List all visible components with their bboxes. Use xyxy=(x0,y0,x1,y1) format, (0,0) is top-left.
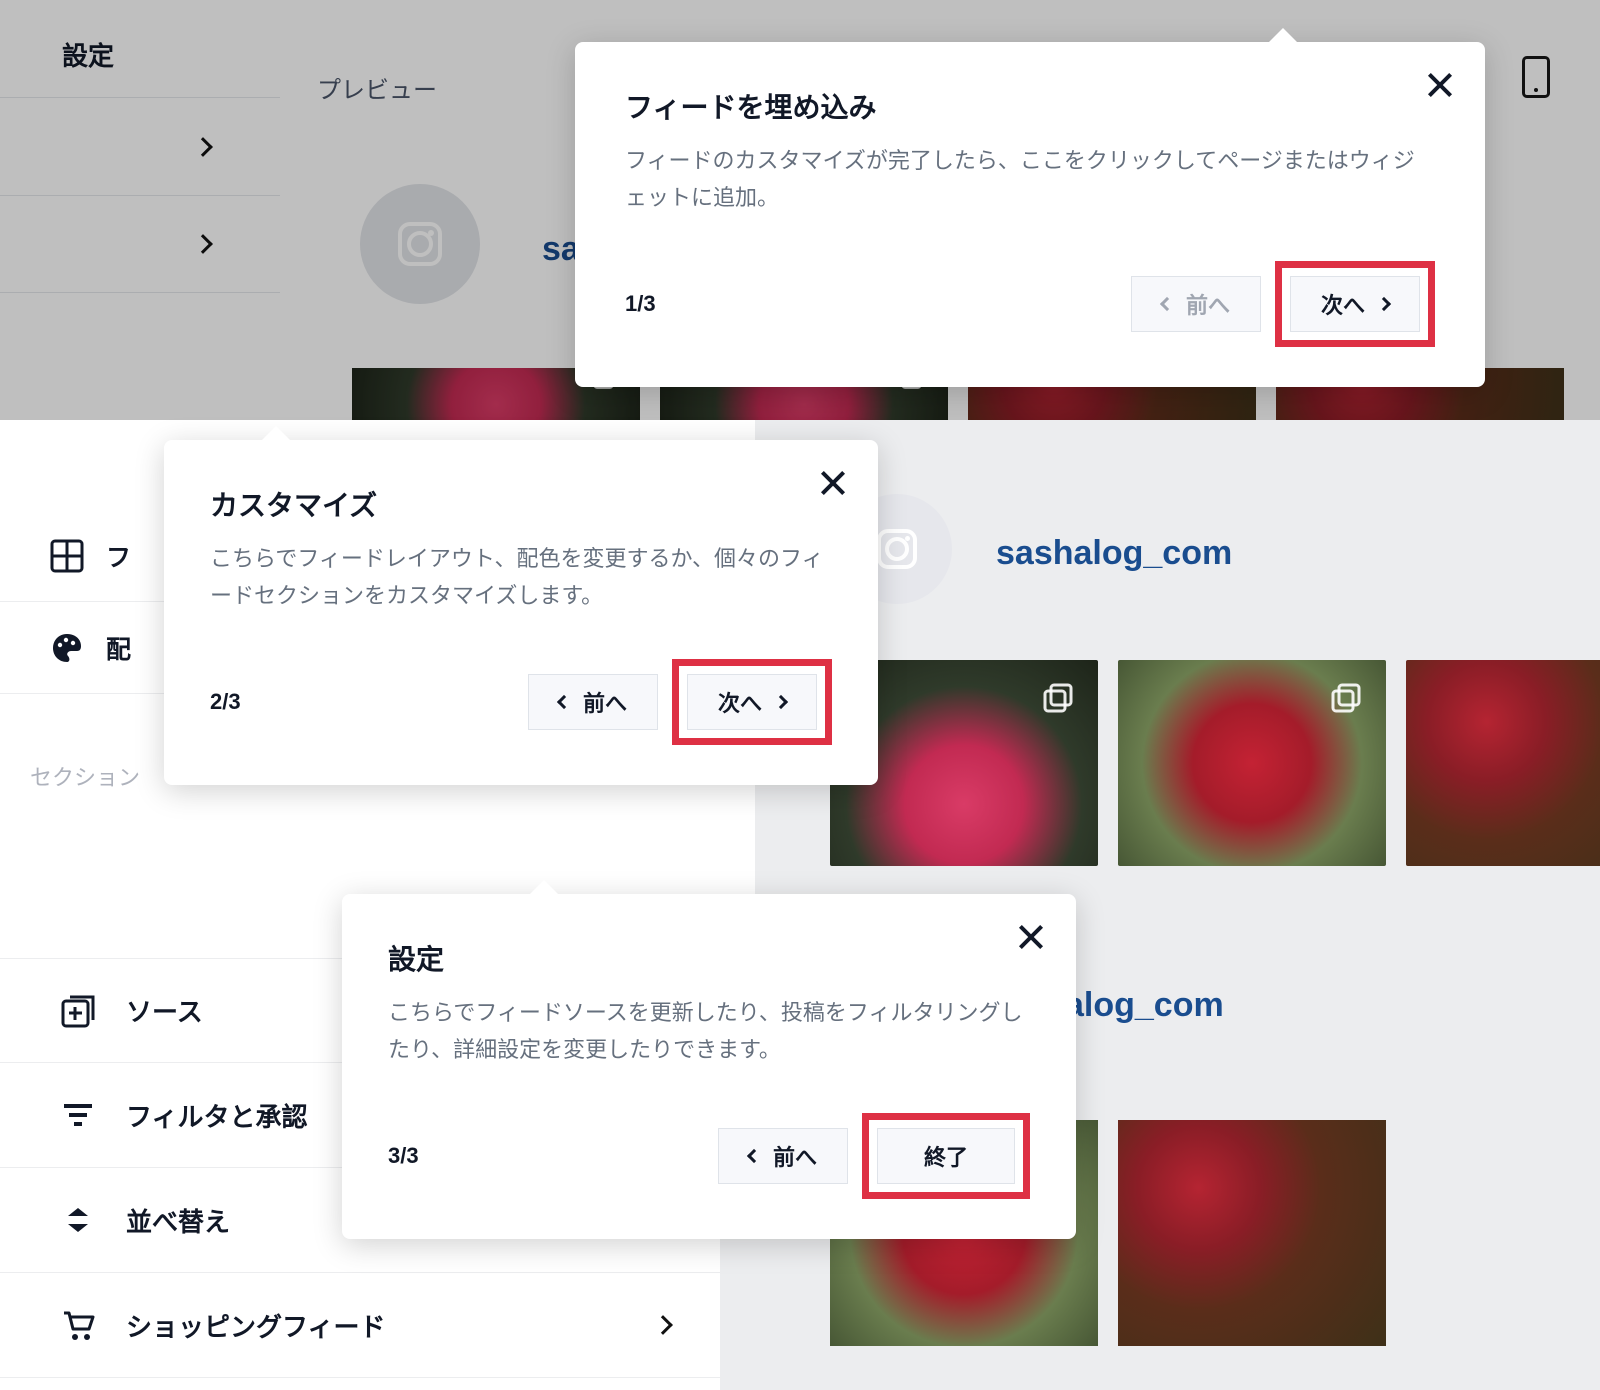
highlight-box: 終了 xyxy=(862,1113,1030,1199)
onboarding-popover: フィードを埋め込み フィードのカスタマイズが完了したら、ここをクリックしてページ… xyxy=(575,42,1485,387)
prev-button[interactable]: 前へ xyxy=(528,674,658,730)
prev-label: 前へ xyxy=(583,686,627,718)
sidebar-item-shopping[interactable]: ショッピングフィード xyxy=(0,1273,720,1378)
highlight-box: 次へ xyxy=(672,659,832,745)
add-source-icon xyxy=(60,993,96,1029)
close-icon[interactable] xyxy=(1016,922,1046,952)
mobile-preview-button[interactable] xyxy=(1522,56,1550,98)
account-username[interactable]: sashalog_com xyxy=(996,534,1232,573)
chevron-left-icon xyxy=(557,695,571,709)
chevron-right-icon xyxy=(193,234,213,254)
popover-title: フィードを埋め込み xyxy=(625,86,1435,126)
carousel-icon xyxy=(1042,682,1076,716)
sidebar-section-label: セクション xyxy=(30,760,140,792)
chevron-right-icon xyxy=(1377,297,1391,311)
account-username[interactable]: alog_com xyxy=(1065,986,1224,1025)
onboarding-step-2: フ 配 セクション sashalog_com カスタマイズ こちらでフィードレイ… xyxy=(0,420,1600,900)
prev-button[interactable]: 前へ xyxy=(1131,276,1261,332)
feed-post[interactable] xyxy=(1118,1120,1386,1346)
sidebar-item-label: フィルタと承認 xyxy=(126,1097,307,1134)
onboarding-step-1: 設定 プレビュー sas フィードを埋め込み フィードのカスタマイズが完了したら… xyxy=(0,0,1600,420)
sidebar-item-label: フ xyxy=(106,538,131,574)
next-button[interactable]: 次へ xyxy=(1290,276,1420,332)
instagram-icon xyxy=(877,529,917,569)
feed-post[interactable] xyxy=(1406,660,1600,866)
sidebar-title: 設定 xyxy=(0,0,280,97)
popover-description: こちらでフィードソースを更新したり、投稿をフィルタリングしたり、詳細設定を変更し… xyxy=(388,994,1030,1069)
feed-thumbnails xyxy=(830,660,1600,866)
popover-title: カスタマイズ xyxy=(210,484,832,524)
sidebar-item-label: ソース xyxy=(126,992,203,1029)
settings-sidebar: 設定 xyxy=(0,0,280,420)
grid-icon xyxy=(50,539,84,573)
popover-title: 設定 xyxy=(388,938,1030,978)
popover-description: フィードのカスタマイズが完了したら、ここをクリックしてページまたはウィジェットに… xyxy=(625,142,1435,217)
step-indicator: 2/3 xyxy=(210,689,241,715)
prev-label: 前へ xyxy=(1186,288,1230,320)
cart-icon xyxy=(60,1307,96,1343)
highlight-box: 次へ xyxy=(1275,261,1435,347)
onboarding-popover: カスタマイズ こちらでフィードレイアウト、配色を変更するか、個々のフィードセクシ… xyxy=(164,440,878,785)
step-indicator: 3/3 xyxy=(388,1143,419,1169)
chevron-left-icon xyxy=(747,1149,761,1163)
finish-label: 終了 xyxy=(924,1140,968,1172)
sidebar-item-label: ショッピングフィード xyxy=(126,1307,385,1344)
carousel-icon xyxy=(1330,682,1364,716)
onboarding-popover: 設定 こちらでフィードソースを更新したり、投稿をフィルタリングしたり、詳細設定を… xyxy=(342,894,1076,1239)
chevron-right-icon xyxy=(653,1315,673,1335)
sidebar-item-label: 配 xyxy=(106,630,131,666)
chevron-right-icon xyxy=(193,137,213,157)
preview-label: プレビュー xyxy=(317,70,437,105)
next-button[interactable]: 次へ xyxy=(687,674,817,730)
next-label: 次へ xyxy=(718,686,762,718)
palette-icon xyxy=(50,631,84,665)
account-avatar xyxy=(360,184,480,304)
close-icon[interactable] xyxy=(818,468,848,498)
sidebar-item-label: 並べ替え xyxy=(126,1202,230,1239)
feed-post[interactable] xyxy=(1118,660,1386,866)
step-indicator: 1/3 xyxy=(625,291,656,317)
prev-button[interactable]: 前へ xyxy=(718,1128,848,1184)
finish-button[interactable]: 終了 xyxy=(877,1128,1015,1184)
sort-icon xyxy=(60,1202,96,1238)
sidebar-item-2[interactable] xyxy=(0,195,280,293)
popover-description: こちらでフィードレイアウト、配色を変更するか、個々のフィードセクションをカスタマ… xyxy=(210,540,832,615)
filter-icon xyxy=(60,1097,96,1133)
prev-label: 前へ xyxy=(773,1140,817,1172)
chevron-left-icon xyxy=(1160,297,1174,311)
onboarding-step-3: ソース フィルタと承認 並べ替え xyxy=(0,900,1600,1390)
next-label: 次へ xyxy=(1321,288,1365,320)
sidebar-item-1[interactable] xyxy=(0,97,280,195)
chevron-right-icon xyxy=(774,695,788,709)
instagram-icon xyxy=(398,222,442,266)
close-icon[interactable] xyxy=(1425,70,1455,100)
